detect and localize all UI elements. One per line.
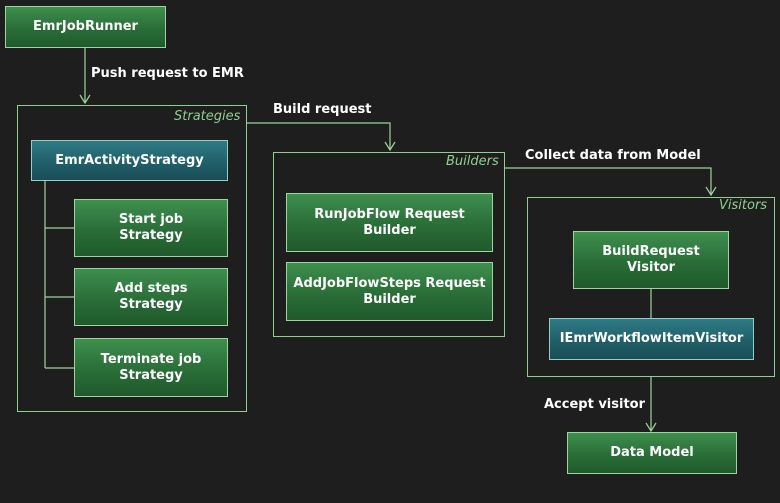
data-model-node: Data Model (567, 432, 737, 474)
visitors-group-label: Visitors (719, 198, 768, 213)
build-request-visitor-node: BuildRequest Visitor (573, 231, 729, 289)
iemr-workflow-item-visitor-node: IEmrWorkflowItemVisitor (549, 318, 754, 360)
emr-activity-strategy-node: EmrActivityStrategy (31, 140, 228, 181)
emr-job-runner-node: EmrJobRunner (5, 6, 166, 48)
strategies-group-label: Strategies (174, 109, 241, 124)
edge-label-collect-data: Collect data from Model (525, 148, 701, 163)
edge-label-build-request: Build request (273, 102, 372, 117)
edge-label-accept-visitor: Accept visitor (544, 397, 646, 412)
start-job-strategy-node: Start job Strategy (74, 199, 228, 257)
edge-label-push-request: Push request to EMR (91, 66, 244, 81)
add-steps-strategy-node: Add steps Strategy (74, 268, 228, 326)
run-job-flow-builder-node: RunJobFlow Request Builder (286, 193, 493, 252)
builders-group-label: Builders (446, 154, 499, 169)
add-job-flow-steps-builder-node: AddJobFlowSteps Request Builder (286, 262, 493, 321)
terminate-job-strategy-node: Terminate job Strategy (74, 338, 228, 397)
edge-collect-data (504, 167, 712, 195)
edge-build-request (246, 122, 391, 150)
